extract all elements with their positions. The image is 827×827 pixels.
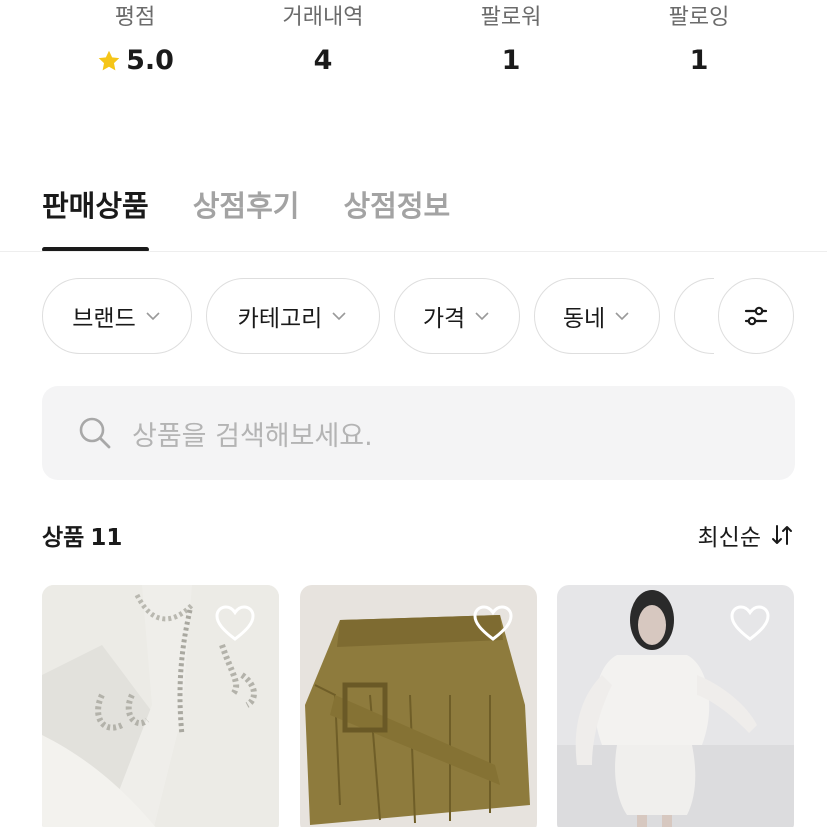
stat-transactions[interactable]: 거래내역 4: [233, 4, 413, 78]
tab-shop-info[interactable]: 상점정보: [343, 182, 450, 252]
filter-neighborhood[interactable]: 동네: [534, 278, 660, 354]
chevron-down-icon: [615, 312, 629, 321]
shop-stats: 평점 5.0 거래내역 4 팔로워 1 팔로잉 1: [0, 0, 827, 90]
chevron-down-icon: [332, 312, 346, 321]
heart-outline-icon[interactable]: [213, 603, 257, 643]
filter-brand[interactable]: 브랜드: [42, 278, 192, 354]
tab-products[interactable]: 판매상품: [42, 182, 149, 252]
stat-value: 1: [501, 45, 521, 76]
product-card[interactable]: [300, 585, 537, 827]
filter-label: 브랜드: [72, 306, 136, 332]
products-header: 상품 11 최신순: [42, 517, 795, 553]
filter-label: 동네: [562, 306, 606, 332]
tabs-divider: [0, 251, 827, 252]
product-card[interactable]: [557, 585, 794, 827]
chevron-down-icon: [146, 312, 160, 321]
products-count: 상품 11: [42, 518, 128, 552]
stat-value: 4: [313, 45, 333, 76]
stat-following[interactable]: 팔로잉 1: [609, 4, 789, 78]
filter-chips: 브랜드 카테고리 가격 동네: [42, 278, 827, 354]
filter-label: 카테고리: [237, 306, 323, 332]
filter-settings-button[interactable]: [718, 278, 794, 354]
stat-label: 평점: [114, 5, 156, 30]
heart-outline-icon[interactable]: [728, 603, 772, 643]
sort-label: 최신순: [697, 525, 761, 551]
heart-outline-icon[interactable]: [471, 603, 515, 643]
shop-tabs: 판매상품 상점후기 상점정보: [42, 182, 450, 252]
stat-followers[interactable]: 팔로워 1: [421, 4, 601, 78]
stat-label: 거래내역: [282, 5, 364, 30]
stat-label: 팔로워: [480, 5, 542, 30]
sort-arrows-icon: [772, 525, 792, 545]
products-count-value: 11: [90, 525, 123, 551]
search-icon: [79, 417, 111, 449]
filter-label: 가격: [422, 306, 466, 332]
stat-rating[interactable]: 평점 5.0: [45, 4, 225, 78]
stat-value: 1: [689, 45, 709, 76]
product-card[interactable]: [42, 585, 279, 827]
star-icon: [98, 50, 120, 71]
sort-button[interactable]: 최신순: [698, 518, 795, 552]
sliders-icon: [744, 306, 768, 326]
filter-more[interactable]: [674, 278, 714, 354]
search-input[interactable]: 상품을 검색해보세요.: [132, 414, 373, 453]
tab-reviews[interactable]: 상점후기: [193, 182, 300, 252]
products-label: 상품: [42, 525, 85, 551]
stat-label: 팔로잉: [668, 5, 730, 30]
filter-price[interactable]: 가격: [394, 278, 520, 354]
stat-value: 5.0: [126, 45, 174, 76]
product-search[interactable]: 상품을 검색해보세요.: [42, 386, 795, 480]
filter-category[interactable]: 카테고리: [206, 278, 380, 354]
chevron-down-icon: [475, 312, 489, 321]
